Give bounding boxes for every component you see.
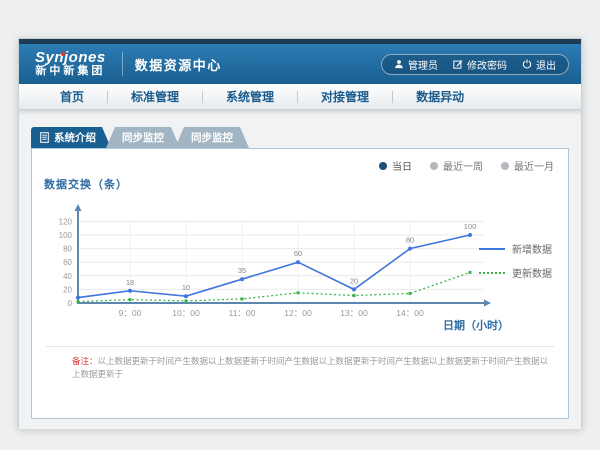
legend-label: 更新数据	[512, 265, 552, 280]
current-user-label: 管理员	[408, 57, 438, 72]
svg-text:35: 35	[238, 266, 246, 275]
svg-text:14：00: 14：00	[396, 308, 424, 318]
main-nav: 首页 标准管理 系统管理 对接管理 数据异动	[19, 84, 581, 110]
note-divider	[46, 346, 554, 347]
svg-text:10: 10	[182, 283, 190, 292]
nav-item-system-mgmt[interactable]: 系统管理	[203, 88, 297, 105]
nav-item-data-change[interactable]: 数据异动	[393, 88, 487, 105]
header-divider	[122, 52, 123, 76]
edit-icon	[453, 59, 463, 69]
document-icon	[40, 132, 49, 143]
solid-line-icon	[479, 248, 505, 250]
footnote-label: 备注：	[72, 356, 98, 366]
radio-dot	[379, 162, 387, 170]
user-toolbar: 管理员 修改密码 退出	[381, 54, 569, 75]
line-chart: 0 20 40 60 80 100 120 9：00 10：00 11：00 12：00 13：00 1…	[52, 195, 512, 335]
radio-last-week[interactable]: 最近一周	[430, 158, 483, 173]
svg-text:40: 40	[63, 272, 72, 281]
chart-container: 0 20 40 60 80 100 120 9：00 10：00 11：00 12：00 13：00 1…	[52, 195, 512, 335]
radio-last-month[interactable]: 最近一月	[501, 158, 554, 173]
logo-brand-text: Synjones	[35, 50, 106, 66]
tab-label: 同步监控	[191, 130, 233, 145]
logout-label: 退出	[536, 57, 556, 72]
company-logo: Synjones 新中新集团	[31, 50, 110, 77]
radio-dot	[501, 162, 509, 170]
svg-text:60: 60	[63, 258, 72, 267]
footnote-text: 以上数据更新于时间产生数据以上数据更新于时间产生数据以上数据更新于时间产生数据以…	[72, 356, 548, 379]
svg-text:80: 80	[406, 236, 414, 245]
svg-text:60: 60	[294, 249, 302, 258]
svg-text:100: 100	[59, 231, 73, 240]
chart-panel: 当日 最近一周 最近一月 数据交换（条） 0 20 40 60 80 100 120 9：00…	[31, 148, 569, 419]
tab-sync-monitor-1[interactable]: 同步监控	[106, 127, 180, 148]
svg-text:12：00: 12：00	[284, 308, 312, 318]
tab-bar: 系统介绍 同步监控 同步监控	[31, 127, 249, 148]
change-password-button[interactable]: 修改密码	[453, 57, 507, 72]
content-area: 系统介绍 同步监控 同步监控 当日 最近一周	[19, 110, 581, 429]
svg-text:11：00: 11：00	[229, 308, 256, 318]
tab-system-intro[interactable]: 系统介绍	[31, 127, 111, 148]
tab-label: 系统介绍	[54, 130, 96, 145]
svg-text:9：00: 9：00	[119, 308, 142, 318]
nav-shadow	[19, 110, 581, 115]
tab-sync-monitor-2[interactable]: 同步监控	[175, 127, 249, 148]
y-axis-title: 数据交换（条）	[44, 176, 128, 192]
legend-label: 新增数据	[512, 241, 552, 256]
svg-text:120: 120	[59, 217, 73, 226]
app-header: Synjones 新中新集团 数据资源中心 管理员 修改密码 退出	[19, 44, 581, 84]
logout-button[interactable]: 退出	[522, 57, 556, 72]
legend-item-updated-data: 更新数据	[479, 265, 552, 280]
nav-item-home[interactable]: 首页	[37, 88, 107, 105]
user-icon	[394, 59, 404, 69]
svg-text:20: 20	[63, 285, 72, 294]
svg-text:100: 100	[464, 222, 477, 231]
radio-label: 最近一周	[443, 158, 483, 173]
dotted-line-icon	[479, 272, 505, 274]
main-window: Synjones 新中新集团 数据资源中心 管理员 修改密码 退出 首页 标准管…	[18, 38, 582, 428]
svg-text:13：00: 13：00	[340, 308, 368, 318]
page-title: 数据资源中心	[135, 55, 222, 74]
svg-text:日期（小时）: 日期（小时）	[443, 318, 509, 332]
radio-label: 当日	[392, 158, 412, 173]
power-icon	[522, 59, 532, 69]
svg-text:80: 80	[63, 245, 72, 254]
svg-text:0: 0	[68, 299, 73, 308]
tab-label: 同步监控	[122, 130, 164, 145]
footnote: 备注：以上数据更新于时间产生数据以上数据更新于时间产生数据以上数据更新于时间产生…	[72, 355, 554, 381]
nav-item-integration-mgmt[interactable]: 对接管理	[298, 88, 392, 105]
legend-item-new-data: 新增数据	[479, 241, 552, 256]
change-password-label: 修改密码	[467, 57, 507, 72]
nav-item-standard-mgmt[interactable]: 标准管理	[108, 88, 202, 105]
time-range-filter: 当日 最近一周 最近一月	[379, 158, 554, 173]
current-user-button[interactable]: 管理员	[394, 57, 438, 72]
series-legend: 新增数据 更新数据	[479, 241, 552, 289]
svg-text:10：00: 10：00	[172, 308, 200, 318]
radio-label: 最近一月	[514, 158, 554, 173]
svg-text:20: 20	[350, 276, 358, 285]
radio-dot	[430, 162, 438, 170]
svg-text:18: 18	[126, 278, 134, 287]
radio-today[interactable]: 当日	[379, 158, 412, 173]
logo-company-name: 新中新集团	[35, 66, 106, 78]
